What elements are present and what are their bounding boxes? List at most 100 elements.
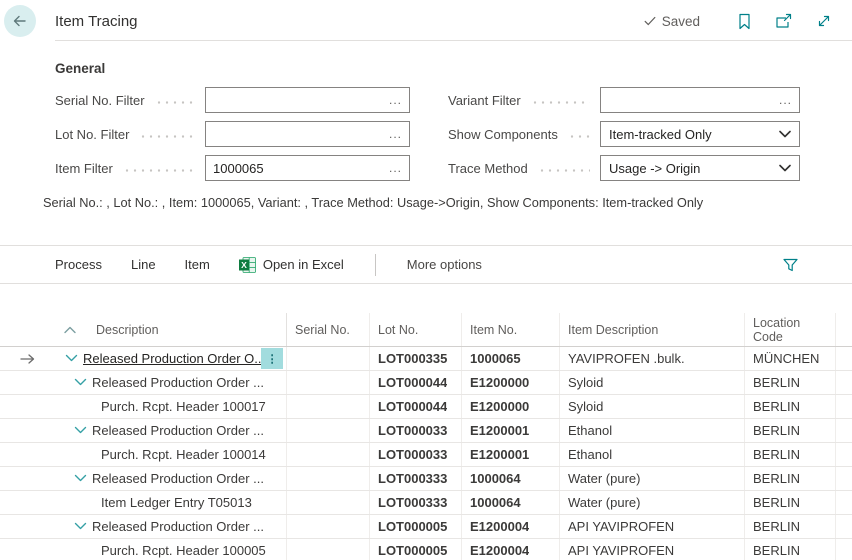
cell-lot-no[interactable]: LOT000044	[370, 371, 462, 394]
cell-serial-no[interactable]	[287, 419, 370, 442]
table-row[interactable]: Released Production Order O... ⋮ LOT0003…	[0, 347, 852, 371]
cell-item-description[interactable]: Syloid	[560, 395, 745, 418]
description-text[interactable]: Released Production Order ...	[92, 375, 264, 390]
header-location-code[interactable]: Location Code	[745, 313, 836, 346]
cell-item-no[interactable]: 1000065	[462, 347, 560, 370]
tree-collapse-chevron-icon[interactable]	[72, 519, 88, 535]
description-text[interactable]: Purch. Rcpt. Header 100005	[101, 543, 266, 558]
cell-serial-no[interactable]	[287, 347, 370, 370]
filter-button[interactable]	[782, 257, 799, 273]
header-item-description[interactable]: Item Description	[560, 313, 745, 346]
cell-serial-no[interactable]	[287, 539, 370, 560]
menu-line[interactable]: Line	[131, 257, 156, 272]
menu-process[interactable]: Process	[55, 257, 102, 272]
table-row[interactable]: Purch. Rcpt. Header 100017 LOT000044 E12…	[0, 395, 852, 419]
lot-no-filter-input[interactable]	[213, 127, 389, 142]
cell-serial-no[interactable]	[287, 515, 370, 538]
cell-item-description[interactable]: YAVIPROFEN .bulk.	[560, 347, 745, 370]
cell-item-no[interactable]: 1000064	[462, 491, 560, 514]
tree-collapse-chevron-icon[interactable]	[72, 423, 88, 439]
cell-item-no[interactable]: 1000064	[462, 467, 560, 490]
cell-item-no[interactable]: E1200001	[462, 443, 560, 466]
header-description[interactable]: Description	[55, 313, 287, 346]
cell-item-description[interactable]: Ethanol	[560, 443, 745, 466]
table-row[interactable]: Purch. Rcpt. Header 100005 LOT000005 E12…	[0, 539, 852, 560]
show-components-select[interactable]: Item-tracked Only	[600, 121, 800, 147]
header-item-no[interactable]: Item No.	[462, 313, 560, 346]
serial-no-assist-edit-button[interactable]: ...	[389, 95, 402, 105]
bookmark-button[interactable]	[734, 11, 754, 31]
cell-description[interactable]: Released Production Order ...	[55, 419, 287, 442]
tree-collapse-chevron-icon[interactable]	[72, 375, 88, 391]
cell-lot-no[interactable]: LOT000005	[370, 539, 462, 560]
variant-filter-input[interactable]	[608, 93, 779, 108]
open-in-new-window-button[interactable]	[774, 11, 794, 31]
cell-item-description[interactable]: API YAVIPROFEN	[560, 515, 745, 538]
lot-no-assist-edit-button[interactable]: ...	[389, 129, 402, 139]
table-row[interactable]: Released Production Order ... LOT000044 …	[0, 371, 852, 395]
cell-location-code[interactable]: BERLIN	[745, 371, 836, 394]
cell-item-description[interactable]: API YAVIPROFEN	[560, 539, 745, 560]
serial-no-filter-input[interactable]	[213, 93, 389, 108]
tree-collapse-chevron-icon[interactable]	[72, 471, 88, 487]
cell-item-description[interactable]: Syloid	[560, 371, 745, 394]
cell-lot-no[interactable]: LOT000333	[370, 491, 462, 514]
table-row[interactable]: Released Production Order ... LOT000005 …	[0, 515, 852, 539]
open-in-excel-button[interactable]: X Open in Excel	[239, 257, 344, 273]
cell-lot-no[interactable]: LOT000335	[370, 347, 462, 370]
cell-lot-no[interactable]: LOT000033	[370, 443, 462, 466]
cell-location-code[interactable]: BERLIN	[745, 515, 836, 538]
more-options-button[interactable]: More options	[407, 257, 482, 272]
collapse-all-button[interactable]	[63, 325, 83, 335]
cell-description[interactable]: Purch. Rcpt. Header 100017	[55, 395, 287, 418]
cell-location-code[interactable]: BERLIN	[745, 491, 836, 514]
description-text[interactable]: Purch. Rcpt. Header 100017	[101, 399, 266, 414]
description-text[interactable]: Released Production Order ...	[92, 471, 264, 486]
cell-description[interactable]: Released Production Order ...	[55, 371, 287, 394]
cell-location-code[interactable]: BERLIN	[745, 467, 836, 490]
cell-location-code[interactable]: BERLIN	[745, 539, 836, 560]
cell-location-code[interactable]: MÜNCHEN	[745, 347, 836, 370]
cell-serial-no[interactable]	[287, 443, 370, 466]
cell-lot-no[interactable]: LOT000044	[370, 395, 462, 418]
cell-serial-no[interactable]	[287, 371, 370, 394]
cell-item-description[interactable]: Water (pure)	[560, 467, 745, 490]
cell-lot-no[interactable]: LOT000033	[370, 419, 462, 442]
cell-description[interactable]: Purch. Rcpt. Header 100014	[55, 443, 287, 466]
cell-serial-no[interactable]	[287, 467, 370, 490]
cell-description[interactable]: Released Production Order ...	[55, 515, 287, 538]
menu-item[interactable]: Item	[185, 257, 210, 272]
cell-item-description[interactable]: Ethanol	[560, 419, 745, 442]
table-row[interactable]: Released Production Order ... LOT000333 …	[0, 467, 852, 491]
cell-item-no[interactable]: E1200004	[462, 539, 560, 560]
cell-description[interactable]: Released Production Order ...	[55, 467, 287, 490]
cell-item-no[interactable]: E1200004	[462, 515, 560, 538]
cell-location-code[interactable]: BERLIN	[745, 443, 836, 466]
description-text[interactable]: Released Production Order ...	[92, 519, 264, 534]
cell-description[interactable]: Item Ledger Entry T05013	[55, 491, 287, 514]
cell-description[interactable]: Released Production Order O... ⋮	[55, 347, 287, 370]
description-text[interactable]: Released Production Order O...	[83, 351, 265, 366]
cell-lot-no[interactable]: LOT000005	[370, 515, 462, 538]
tree-collapse-chevron-icon[interactable]	[63, 351, 79, 367]
cell-serial-no[interactable]	[287, 491, 370, 514]
cell-lot-no[interactable]: LOT000333	[370, 467, 462, 490]
variant-assist-edit-button[interactable]: ...	[779, 95, 792, 105]
cell-item-no[interactable]: E1200001	[462, 419, 560, 442]
table-row[interactable]: Released Production Order ... LOT000033 …	[0, 419, 852, 443]
item-filter-input[interactable]	[213, 161, 389, 176]
expand-page-button[interactable]	[814, 11, 834, 31]
cell-item-no[interactable]: E1200000	[462, 371, 560, 394]
cell-item-no[interactable]: E1200000	[462, 395, 560, 418]
trace-method-select[interactable]: Usage -> Origin	[600, 155, 800, 181]
header-serial-no[interactable]: Serial No.	[287, 313, 370, 346]
cell-location-code[interactable]: BERLIN	[745, 419, 836, 442]
header-lot-no[interactable]: Lot No.	[370, 313, 462, 346]
description-text[interactable]: Released Production Order ...	[92, 423, 264, 438]
table-row[interactable]: Item Ledger Entry T05013 LOT000333 10000…	[0, 491, 852, 515]
item-filter-assist-edit-button[interactable]: ...	[389, 163, 402, 173]
cell-location-code[interactable]: BERLIN	[745, 395, 836, 418]
back-button[interactable]	[4, 5, 36, 37]
row-context-menu-button[interactable]: ⋮	[261, 348, 283, 369]
cell-serial-no[interactable]	[287, 395, 370, 418]
